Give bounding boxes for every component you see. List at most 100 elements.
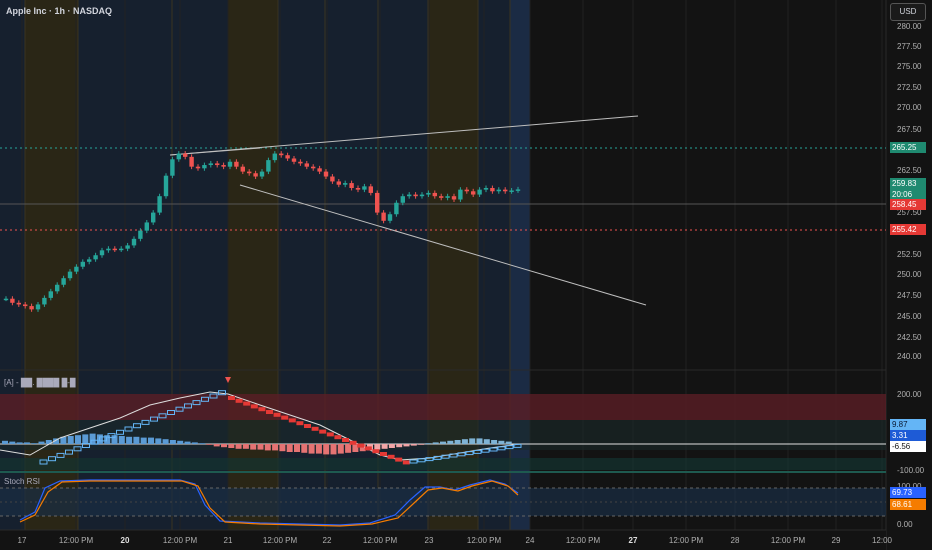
histogram-bar — [148, 437, 154, 444]
histogram-bar — [454, 440, 461, 444]
signal-step — [342, 438, 349, 442]
symbol-title[interactable]: Apple Inc · 1h · NASDAQ — [6, 6, 112, 16]
price-chart[interactable] — [0, 0, 932, 550]
price-axis-label: 242.50 — [897, 333, 922, 342]
signal-step — [326, 432, 334, 437]
histogram-bar — [242, 444, 249, 449]
price-axis-label: 275.00 — [897, 62, 922, 71]
time-axis-label: 22 — [322, 536, 332, 545]
signal-step — [334, 435, 342, 440]
candle-body — [10, 298, 15, 303]
histogram-bar — [235, 444, 242, 449]
price-axis-label: 245.00 — [897, 312, 922, 321]
histogram-bar — [191, 442, 198, 444]
time-axis-label: 21 — [223, 536, 233, 545]
histogram-bar — [264, 444, 271, 451]
signal-step — [395, 457, 403, 462]
histogram-bar — [118, 436, 125, 444]
candle-body — [407, 194, 412, 197]
histogram-bar — [330, 444, 337, 455]
histogram-bar — [23, 442, 30, 444]
candle-body — [381, 212, 386, 221]
histogram-bar — [396, 444, 403, 448]
candle-body — [29, 306, 34, 310]
price-axis-label: 272.50 — [897, 83, 922, 92]
histogram-bar — [461, 439, 468, 444]
candle-body — [170, 159, 175, 176]
histogram-bar — [184, 441, 191, 444]
time-axis-label: 17 — [17, 536, 27, 545]
prev-close-tag: 258.45 — [890, 199, 926, 210]
price-axis-label: 277.50 — [897, 42, 922, 51]
resistance-price-tag: 265.25 — [890, 142, 926, 153]
candle-body — [368, 186, 373, 193]
support-price-tag: 255.42 — [890, 224, 926, 235]
histogram-bar — [272, 444, 279, 451]
histogram-bar — [491, 440, 498, 444]
candle-body — [42, 297, 47, 305]
candle-body — [279, 153, 284, 156]
price-axis-label: 267.50 — [897, 125, 922, 134]
histogram-bar — [2, 440, 8, 444]
neutral-zone — [0, 420, 886, 450]
histogram-bar — [199, 443, 206, 444]
stoch-axis-label: 0.00 — [897, 520, 913, 529]
histogram-bar — [250, 444, 257, 450]
stoch-rsi-title[interactable]: Stoch RSI — [4, 477, 40, 486]
histogram-bar — [308, 444, 315, 454]
price-axis-label: 240.00 — [897, 352, 922, 361]
histogram-bar — [301, 444, 308, 453]
histogram-bar — [418, 444, 425, 445]
time-axis-label: 12:00 PM — [466, 536, 502, 545]
histogram-bar — [286, 444, 293, 452]
candle-body — [138, 230, 143, 239]
candle-body — [336, 181, 341, 185]
price-axis-label: 247.50 — [897, 291, 922, 300]
last-price-tag: 259.83 — [890, 178, 926, 189]
histogram-bar — [257, 444, 264, 450]
candle-body — [311, 166, 316, 169]
histogram-bar — [294, 444, 300, 452]
price-axis-label: 262.50 — [897, 166, 922, 175]
histogram-bar — [279, 444, 286, 452]
indicator-title[interactable]: [A] - ██. ████ █-█ — [4, 378, 76, 387]
candle-body — [343, 183, 348, 185]
histogram-bar — [38, 441, 45, 444]
signal-step — [266, 410, 273, 414]
histogram-bar — [337, 444, 344, 454]
signal-step — [380, 452, 387, 456]
candle-body — [157, 196, 162, 213]
signal-step — [250, 404, 258, 409]
candle-body — [464, 189, 469, 192]
signal-step — [288, 418, 296, 423]
candle-body — [112, 248, 117, 251]
overbought-zone — [0, 394, 886, 420]
stoch-d-tag: 68.61 — [890, 499, 926, 510]
histogram-bar — [476, 438, 483, 444]
histogram-bar — [483, 439, 490, 444]
session-band — [78, 0, 125, 530]
histogram-bar — [162, 439, 169, 444]
histogram-bar — [16, 442, 23, 444]
stoch-band — [0, 488, 886, 516]
candle-body — [131, 238, 137, 246]
indicator-value-tag: -6.56 — [890, 441, 926, 452]
time-axis-label: 12:00 PM — [262, 536, 298, 545]
candle-body — [439, 196, 444, 198]
signal-step — [311, 426, 319, 431]
candle-body — [151, 212, 156, 223]
signal-step — [387, 454, 395, 459]
histogram-bar — [31, 443, 38, 444]
currency-button[interactable]: USD — [890, 3, 926, 21]
candle-body — [317, 168, 322, 172]
candle-body — [189, 156, 194, 167]
indicator-axis-label: -100.00 — [897, 466, 925, 475]
candle-body — [355, 188, 361, 190]
candle-body — [445, 196, 450, 198]
signal-step — [296, 421, 304, 426]
candle-body — [323, 171, 329, 177]
signal-step — [319, 429, 327, 434]
histogram-bar — [126, 436, 133, 444]
time-axis-label: 27 — [628, 536, 638, 545]
candle-body — [99, 250, 105, 256]
